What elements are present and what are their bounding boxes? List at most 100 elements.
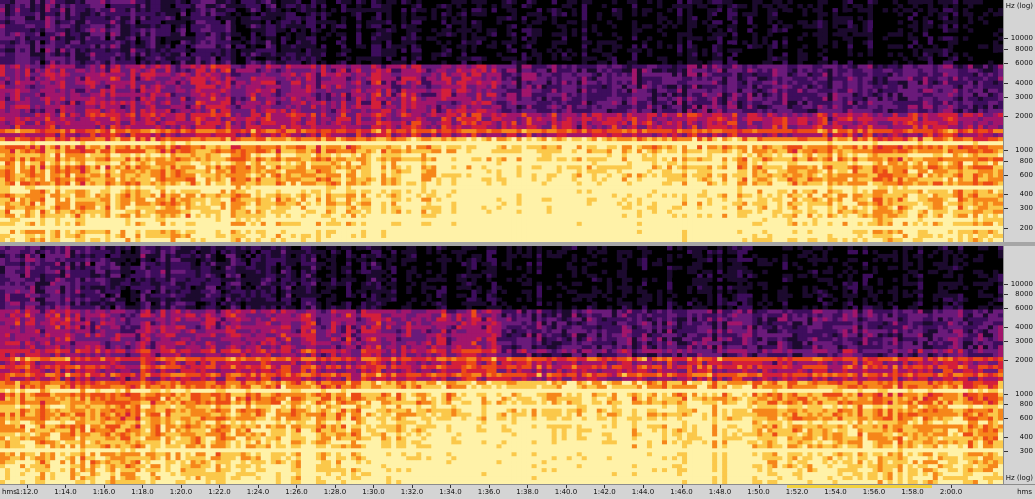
spectrogram-cell [260, 80, 267, 86]
spectrogram-cell [0, 205, 6, 211]
spectrogram-cell [170, 129, 176, 134]
spectrogram-cell [30, 201, 36, 207]
spectrogram-cell [220, 36, 227, 41]
spectrogram-cell [275, 193, 282, 199]
spectrogram-cell [396, 177, 402, 182]
spectrogram-cell [5, 68, 11, 73]
spectrogram-cell [330, 165, 337, 170]
spectrogram-cell [135, 173, 141, 178]
spectrogram-cell [391, 116, 397, 122]
spectrogram-cell [45, 233, 51, 239]
spectrogram-cell [351, 137, 357, 142]
spectrogram-cell [220, 88, 227, 94]
spectrogram-cell [200, 145, 207, 150]
spectrogram-cell [190, 56, 196, 61]
spectrogram-cell [315, 233, 322, 239]
spectrogram-cell [125, 209, 131, 215]
spectrogram-cell [371, 100, 377, 106]
spectrogram-cell [65, 153, 71, 158]
spectrogram-cell [100, 8, 106, 13]
spectrogram-cell [325, 20, 332, 25]
spectrogram-cell [315, 28, 322, 33]
spectrogram-cell [351, 185, 357, 190]
spectrogram-cell [285, 56, 292, 61]
spectrogram-cell [295, 16, 302, 21]
spectrogram-cell [190, 36, 196, 41]
spectrogram-cell [285, 80, 292, 86]
spectrogram-cell [0, 217, 6, 223]
spectrogram-cell [145, 217, 151, 223]
spectrogram-cell [50, 193, 56, 199]
spectrogram-cell [406, 225, 412, 231]
spectrogram-cell [210, 16, 217, 21]
spectrogram-cell [190, 92, 196, 98]
spectrogram-cell [150, 56, 156, 61]
spectrogram-cell [210, 28, 217, 33]
spectrogram-cell [115, 100, 121, 106]
spectrogram-cell [0, 8, 6, 13]
spectrogram-cell [431, 80, 437, 86]
spectrogram-cell [30, 209, 36, 215]
spectrogram-cell [220, 96, 227, 102]
spectrogram-cell [55, 76, 61, 82]
spectrogram-cell [60, 4, 66, 9]
spectrogram-cell [140, 0, 146, 5]
spectrogram-cell [75, 68, 81, 73]
spectrogram-cell [406, 181, 412, 186]
spectrogram-cell [215, 185, 222, 190]
spectrogram-cell [220, 217, 227, 223]
spectrogram-cell [95, 52, 101, 57]
spectrogram-cell [165, 177, 171, 182]
spectrogram-cell [100, 28, 106, 33]
spectrogram-cell [416, 40, 422, 45]
spectrogram-cell [200, 104, 207, 110]
spectrogram-cell [215, 44, 222, 49]
spectrogram-cell [371, 169, 377, 174]
spectrogram-cell [210, 80, 217, 86]
spectrogram-cell [65, 52, 71, 57]
spectrogram-cell [80, 125, 86, 130]
spectrogram-cell [150, 125, 156, 130]
spectrogram-cell [310, 68, 317, 73]
spectrogram-channel-top[interactable] [0, 0, 1003, 242]
spectrogram-cell [401, 141, 407, 146]
spectrogram-cell [295, 205, 302, 211]
spectrogram-cell [25, 197, 31, 203]
spectrogram-cell [15, 149, 21, 154]
spectrogram-cell [175, 197, 181, 203]
spectrogram-cell [35, 108, 41, 114]
spectrogram-cell [240, 161, 247, 166]
spectrogram-cell [351, 173, 357, 178]
spectrogram-cell [180, 112, 186, 118]
spectrogram-cell [200, 72, 207, 78]
spectrogram-cell [411, 24, 417, 29]
spectrogram-cell [45, 32, 51, 37]
spectrogram-cell [215, 36, 222, 41]
spectrogram-cell [155, 24, 161, 29]
spectrogram-cell [175, 76, 181, 82]
spectrogram-cell [20, 185, 26, 190]
spectrogram-cell [250, 137, 257, 142]
spectrogram-cell [165, 193, 171, 199]
spectrogram-cell [175, 233, 181, 239]
spectrogram-cell [325, 125, 332, 130]
spectrogram-cell [376, 225, 382, 231]
spectrogram-cell [295, 84, 302, 90]
spectrogram-cell [290, 44, 297, 49]
spectrogram-cell [320, 193, 327, 199]
spectrogram-cell [60, 217, 66, 223]
spectrogram-cell [290, 157, 297, 162]
spectrogram-cell [65, 12, 71, 17]
spectrogram-cell [15, 84, 21, 90]
spectrogram-cell [160, 96, 166, 102]
spectrogram-cell [230, 64, 237, 69]
spectrogram-cell [361, 92, 367, 98]
spectrogram-cell [270, 129, 277, 134]
spectrogram-cell [260, 137, 267, 142]
spectrogram-cell [140, 201, 146, 207]
spectrogram-cell [265, 92, 272, 98]
spectrogram-cell [35, 72, 41, 78]
spectrogram-cell [190, 96, 196, 102]
spectrogram-cell [45, 56, 51, 61]
spectrogram-cell [376, 32, 382, 37]
